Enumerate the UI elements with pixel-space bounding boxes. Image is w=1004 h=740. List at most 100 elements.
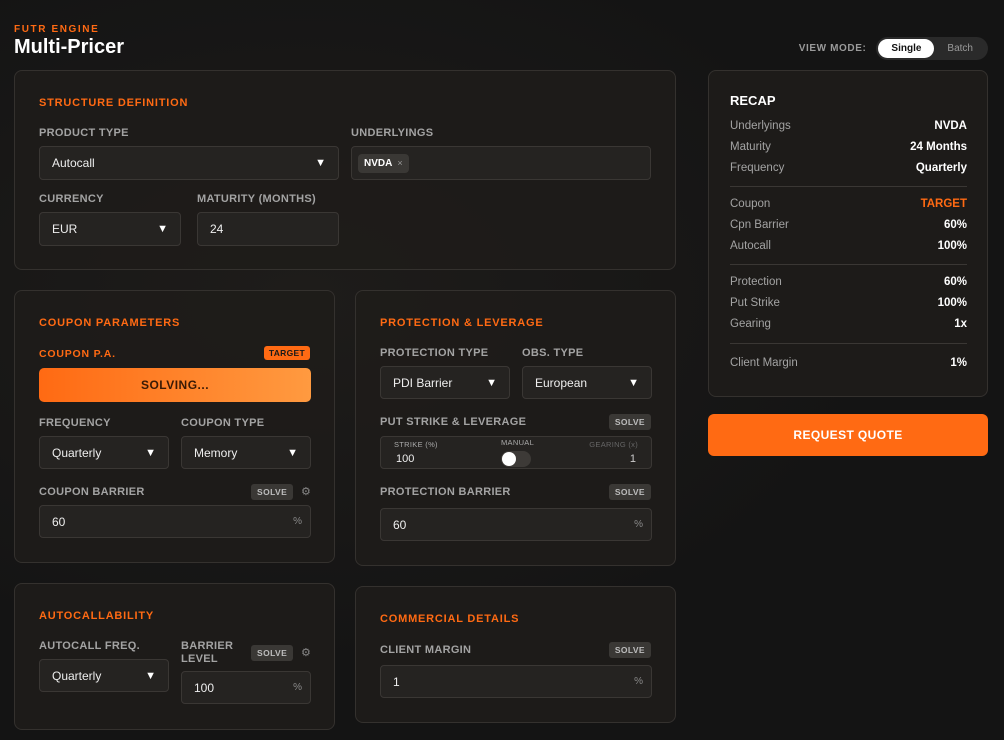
recap-row: Maturity 24 Months: [730, 141, 967, 153]
underlyings-input[interactable]: NVDA ×: [351, 146, 651, 180]
caret-down-icon: ▼: [287, 446, 298, 459]
commercial-details-card: COMMERCIAL DETAILS CLIENT MARGIN SOLVE 1…: [355, 586, 676, 723]
recap-value: 60%: [943, 219, 967, 231]
coupon-barrier-input[interactable]: 60 %: [39, 505, 311, 538]
strike-value[interactable]: 100: [396, 453, 414, 465]
protection-barrier-input[interactable]: 60 %: [380, 508, 652, 541]
maturity-label: MATURITY (MONTHS): [197, 193, 316, 205]
recap-value: 1%: [950, 357, 967, 369]
barrier-level-solve-button[interactable]: SOLVE: [251, 645, 294, 661]
currency-value: EUR: [52, 222, 78, 236]
protection-barrier-label: PROTECTION BARRIER: [380, 486, 511, 498]
brand-label: FUTR ENGINE: [14, 24, 100, 35]
gearing-value[interactable]: 1: [630, 453, 636, 465]
barrier-level-value: 100: [194, 680, 215, 695]
recap-key: Frequency: [730, 162, 785, 174]
underlying-chip-label: NVDA: [364, 157, 393, 169]
recap-row: Underlyings NVDA: [730, 120, 967, 132]
percent-unit: %: [293, 516, 302, 527]
recap-value: Quarterly: [915, 162, 967, 174]
page-title: Multi-Pricer: [14, 36, 125, 58]
section-title: COUPON PARAMETERS: [39, 317, 181, 329]
recap-value: 100%: [937, 240, 967, 252]
gear-icon[interactable]: ⚙: [301, 485, 311, 498]
gearing-label: GEARING (x): [589, 440, 638, 449]
barrier-level-label: BARRIER LEVEL: [181, 640, 233, 666]
caret-down-icon: ▼: [145, 446, 156, 459]
coupon-type-value: Memory: [194, 445, 238, 460]
maturity-value: 24: [210, 222, 224, 236]
obs-type-value: European: [535, 375, 588, 390]
coupon-barrier-solve-button[interactable]: SOLVE: [251, 484, 294, 500]
divider: [730, 264, 967, 265]
recap-row: Protection 60%: [730, 276, 967, 288]
coupon-parameters-card: COUPON PARAMETERS COUPON P.A. TARGET SOL…: [14, 290, 335, 563]
autocallability-card: AUTOCALLABILITY AUTOCALL FREQ. Quarterly…: [14, 583, 335, 730]
autocall-freq-label: AUTOCALL FREQ.: [39, 640, 140, 652]
recap-value: NVDA: [934, 120, 967, 132]
frequency-value: Quarterly: [52, 445, 102, 460]
recap-key: Client Margin: [730, 357, 798, 369]
protection-barrier-value: 60: [393, 517, 407, 532]
recap-key: Put Strike: [730, 297, 780, 309]
section-title: PROTECTION & LEVERAGE: [380, 317, 544, 329]
protection-type-select[interactable]: PDI Barrier ▼: [380, 366, 510, 399]
recap-row: Gearing 1x: [730, 318, 967, 330]
barrier-label-line1: BARRIER: [181, 640, 234, 652]
protection-leverage-card: PROTECTION & LEVERAGE PROTECTION TYPE PD…: [355, 290, 676, 566]
section-title: AUTOCALLABILITY: [39, 610, 155, 622]
recap-key: Cpn Barrier: [730, 219, 789, 231]
recap-key: Protection: [730, 276, 782, 288]
manual-label: MANUAL: [501, 438, 535, 447]
divider: [730, 343, 967, 344]
target-tag[interactable]: TARGET: [263, 346, 310, 360]
view-mode-single[interactable]: Single: [878, 39, 935, 58]
coupon-barrier-label: COUPON BARRIER: [39, 486, 145, 498]
recap-row: Client Margin 1%: [730, 357, 967, 369]
coupon-barrier-value: 60: [52, 514, 66, 529]
client-margin-solve-button[interactable]: SOLVE: [608, 642, 651, 658]
barrier-level-input[interactable]: 100 %: [181, 671, 311, 704]
gear-icon[interactable]: ⚙: [301, 646, 311, 659]
client-margin-value: 1: [393, 674, 400, 689]
autocall-freq-select[interactable]: Quarterly ▼: [39, 659, 169, 692]
put-strike-solve-button[interactable]: SOLVE: [608, 414, 651, 430]
recap-row: Cpn Barrier 60%: [730, 219, 967, 231]
request-quote-button[interactable]: REQUEST QUOTE: [708, 414, 988, 456]
view-mode-toggle: Single Batch: [876, 37, 988, 60]
caret-down-icon: ▼: [145, 669, 156, 682]
manual-toggle[interactable]: [501, 451, 531, 467]
client-margin-input[interactable]: 1 %: [380, 665, 652, 698]
solving-indicator: SOLVING...: [39, 368, 311, 402]
coupon-type-select[interactable]: Memory ▼: [181, 436, 311, 469]
currency-select[interactable]: EUR ▼: [39, 212, 181, 246]
product-type-value: Autocall: [52, 156, 95, 170]
recap-key: Coupon: [730, 198, 771, 210]
caret-down-icon: ▼: [628, 376, 639, 389]
product-type-select[interactable]: Autocall ▼: [39, 146, 339, 180]
frequency-select[interactable]: Quarterly ▼: [39, 436, 169, 469]
recap-row: Frequency Quarterly: [730, 162, 967, 174]
recap-key: Underlyings: [730, 120, 791, 132]
caret-down-icon: ▼: [315, 157, 326, 169]
maturity-input[interactable]: 24: [197, 212, 339, 246]
coupon-pa-label: COUPON P.A.: [39, 348, 116, 360]
autocall-freq-value: Quarterly: [52, 668, 102, 683]
protection-type-label: PROTECTION TYPE: [380, 347, 489, 359]
recap-row: Put Strike 100%: [730, 297, 967, 309]
percent-unit: %: [293, 682, 302, 693]
product-type-label: PRODUCT TYPE: [39, 127, 129, 139]
view-mode-control: VIEW MODE: Single Batch: [799, 37, 988, 60]
structure-definition-card: STRUCTURE DEFINITION PRODUCT TYPE Autoca…: [14, 70, 676, 270]
close-icon[interactable]: ×: [397, 158, 402, 168]
obs-type-label: OBS. TYPE: [522, 347, 584, 359]
protection-barrier-solve-button[interactable]: SOLVE: [608, 484, 651, 500]
recap-title: RECAP: [730, 93, 776, 108]
view-mode-batch[interactable]: Batch: [934, 39, 986, 58]
caret-down-icon: ▼: [157, 223, 168, 235]
obs-type-select[interactable]: European ▼: [522, 366, 652, 399]
toggle-knob: [502, 452, 516, 466]
client-margin-label: CLIENT MARGIN: [380, 644, 472, 656]
divider: [730, 186, 967, 187]
recap-row: Coupon TARGET: [730, 198, 967, 210]
